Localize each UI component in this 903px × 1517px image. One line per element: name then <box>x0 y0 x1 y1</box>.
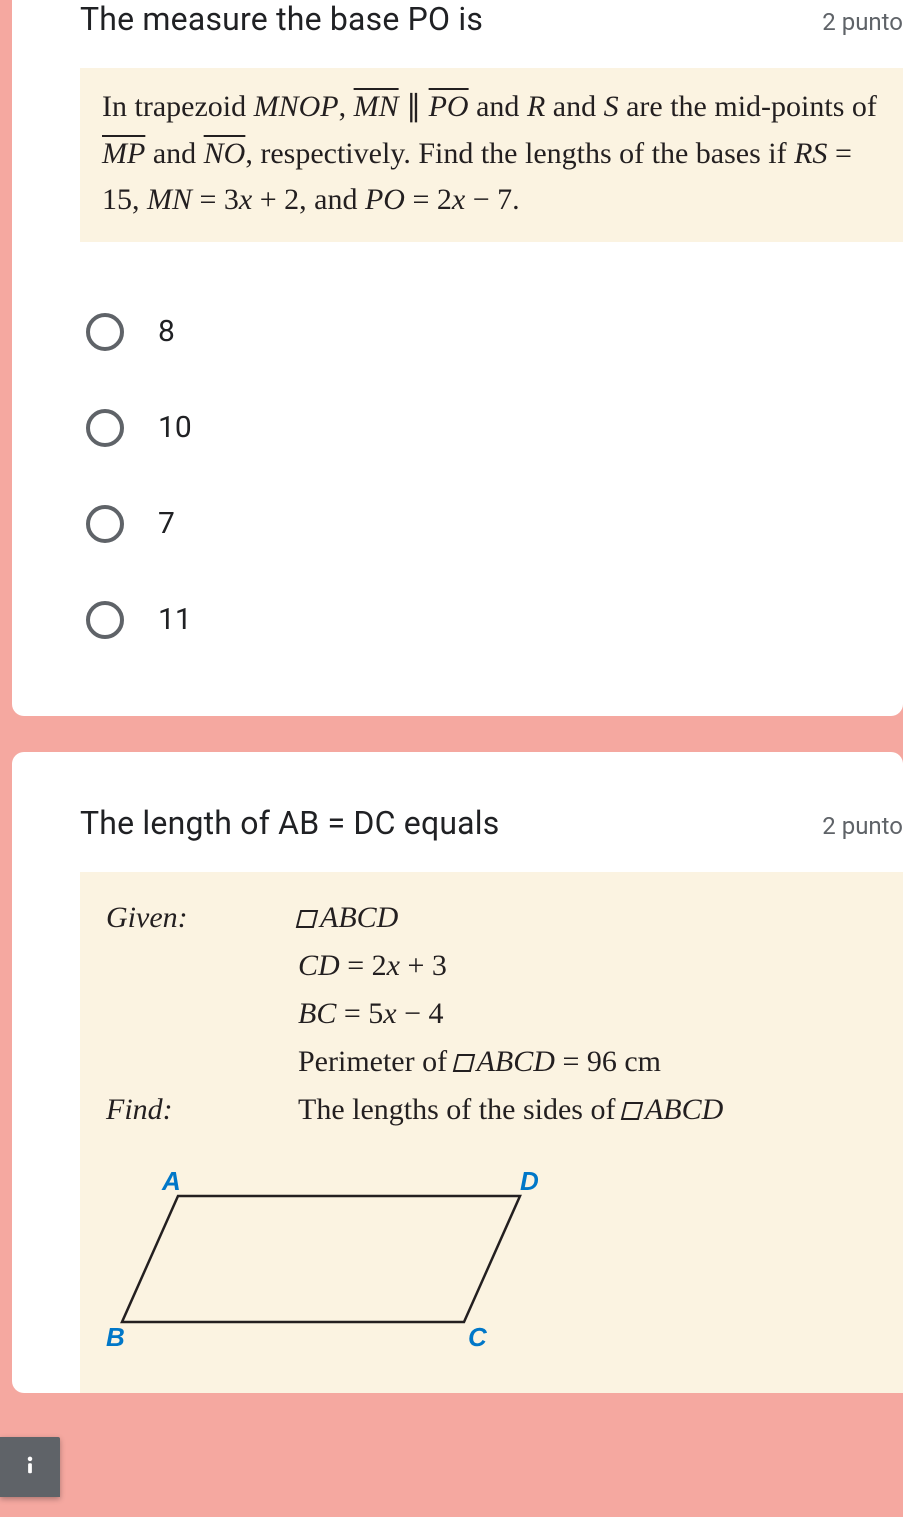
segment-po: PO <box>429 90 469 123</box>
given-label: Given: <box>106 894 298 1086</box>
question-header: The measure the base PO is 2 punto <box>12 0 903 68</box>
option-label: 10 <box>158 410 192 445</box>
math-var: BC <box>298 997 336 1030</box>
radio-icon <box>86 313 124 351</box>
parallelogram-icon <box>296 910 318 928</box>
find-row: Find: The lengths of the sides of ABCD <box>106 1086 893 1134</box>
text: = 5 <box>336 997 383 1030</box>
text: Perimeter of <box>298 1045 455 1078</box>
text: are the mid-points of <box>619 90 877 123</box>
parallelogram-icon <box>452 1054 474 1072</box>
text: = 2 <box>405 183 452 216</box>
math-var: MN <box>147 183 192 216</box>
parallelogram-diagram: A D B C <box>106 1134 893 1383</box>
given-row: Given: ABCD CD = 2x + 3 BC = 5x − 4 Peri… <box>106 894 893 1086</box>
vertex-a-label: A <box>161 1166 181 1196</box>
given-content: ABCD CD = 2x + 3 BC = 5x − 4 Perimeter o… <box>298 894 893 1086</box>
question-points: 2 punto <box>822 0 903 36</box>
text: and <box>469 90 527 123</box>
question-title: The length of AB = DC equals <box>80 804 499 842</box>
text: ∥ <box>399 90 429 123</box>
option-label: 11 <box>158 602 192 637</box>
math-var: S <box>604 90 619 123</box>
given-line-3: BC = 5x − 4 <box>298 990 893 1038</box>
math-var: ABCD <box>645 1093 723 1126</box>
math-var: RS <box>794 137 827 170</box>
option-label: 8 <box>158 314 175 349</box>
math-var: PO <box>365 183 405 216</box>
text: − 4 <box>397 997 444 1030</box>
find-label: Find: <box>106 1086 298 1134</box>
text: + 2, and <box>252 183 365 216</box>
problem-statement: Given: ABCD CD = 2x + 3 BC = 5x − 4 Peri… <box>80 872 903 1393</box>
text: and <box>545 90 603 123</box>
text: = 2 <box>340 949 387 982</box>
problem-statement: In trapezoid MNOP, MN ∥ PO and R and S a… <box>80 68 903 242</box>
math-var: x <box>387 949 400 982</box>
parallelogram-shape <box>122 1196 520 1322</box>
math-var: x <box>239 183 252 216</box>
radio-icon <box>86 505 124 543</box>
vertex-c-label: C <box>468 1322 488 1352</box>
math-var: x <box>452 183 465 216</box>
find-content: The lengths of the sides of ABCD <box>298 1086 893 1134</box>
text: − 7. <box>465 183 519 216</box>
report-problem-icon <box>15 1452 45 1482</box>
math-var: R <box>527 90 545 123</box>
option-label: 7 <box>158 506 175 541</box>
question-title: The measure the base PO is <box>80 0 483 38</box>
text: and <box>145 137 203 170</box>
options-list: 8 10 7 11 <box>12 272 903 668</box>
text: The lengths of the sides of <box>298 1093 623 1126</box>
radio-icon <box>86 601 124 639</box>
math-var: ABCD <box>477 1045 555 1078</box>
option-10[interactable]: 10 <box>86 380 903 476</box>
question-card-1: The measure the base PO is 2 punto In tr… <box>12 0 903 716</box>
text: In trapezoid <box>102 90 254 123</box>
parallelogram-icon <box>621 1102 643 1120</box>
question-header: The length of AB = DC equals 2 punto <box>12 752 903 872</box>
text: = 3 <box>192 183 239 216</box>
vertex-d-label: D <box>520 1166 539 1196</box>
segment-no: NO <box>204 137 246 170</box>
report-problem-button[interactable] <box>0 1437 60 1497</box>
segment-mn: MN <box>354 90 399 123</box>
text: = 96 cm <box>555 1045 661 1078</box>
math-var: ABCD <box>320 901 398 934</box>
option-11[interactable]: 11 <box>86 572 903 668</box>
question-points: 2 punto <box>822 804 903 840</box>
given-line-1: ABCD <box>298 894 893 942</box>
radio-icon <box>86 409 124 447</box>
vertex-b-label: B <box>106 1322 125 1352</box>
option-8[interactable]: 8 <box>86 284 903 380</box>
text: , respectively. Find the lengths of the … <box>245 137 794 170</box>
math-var: x <box>383 997 396 1030</box>
math-var: MNOP <box>254 90 339 123</box>
math-var: CD <box>298 949 340 982</box>
diagram-svg: A D B C <box>106 1160 596 1360</box>
text: + 3 <box>400 949 447 982</box>
given-line-2: CD = 2x + 3 <box>298 942 893 990</box>
option-7[interactable]: 7 <box>86 476 903 572</box>
given-line-4: Perimeter of ABCD = 96 cm <box>298 1038 893 1086</box>
text: , <box>339 90 354 123</box>
segment-mp: MP <box>102 137 145 170</box>
question-card-2: The length of AB = DC equals 2 punto Giv… <box>12 752 903 1393</box>
